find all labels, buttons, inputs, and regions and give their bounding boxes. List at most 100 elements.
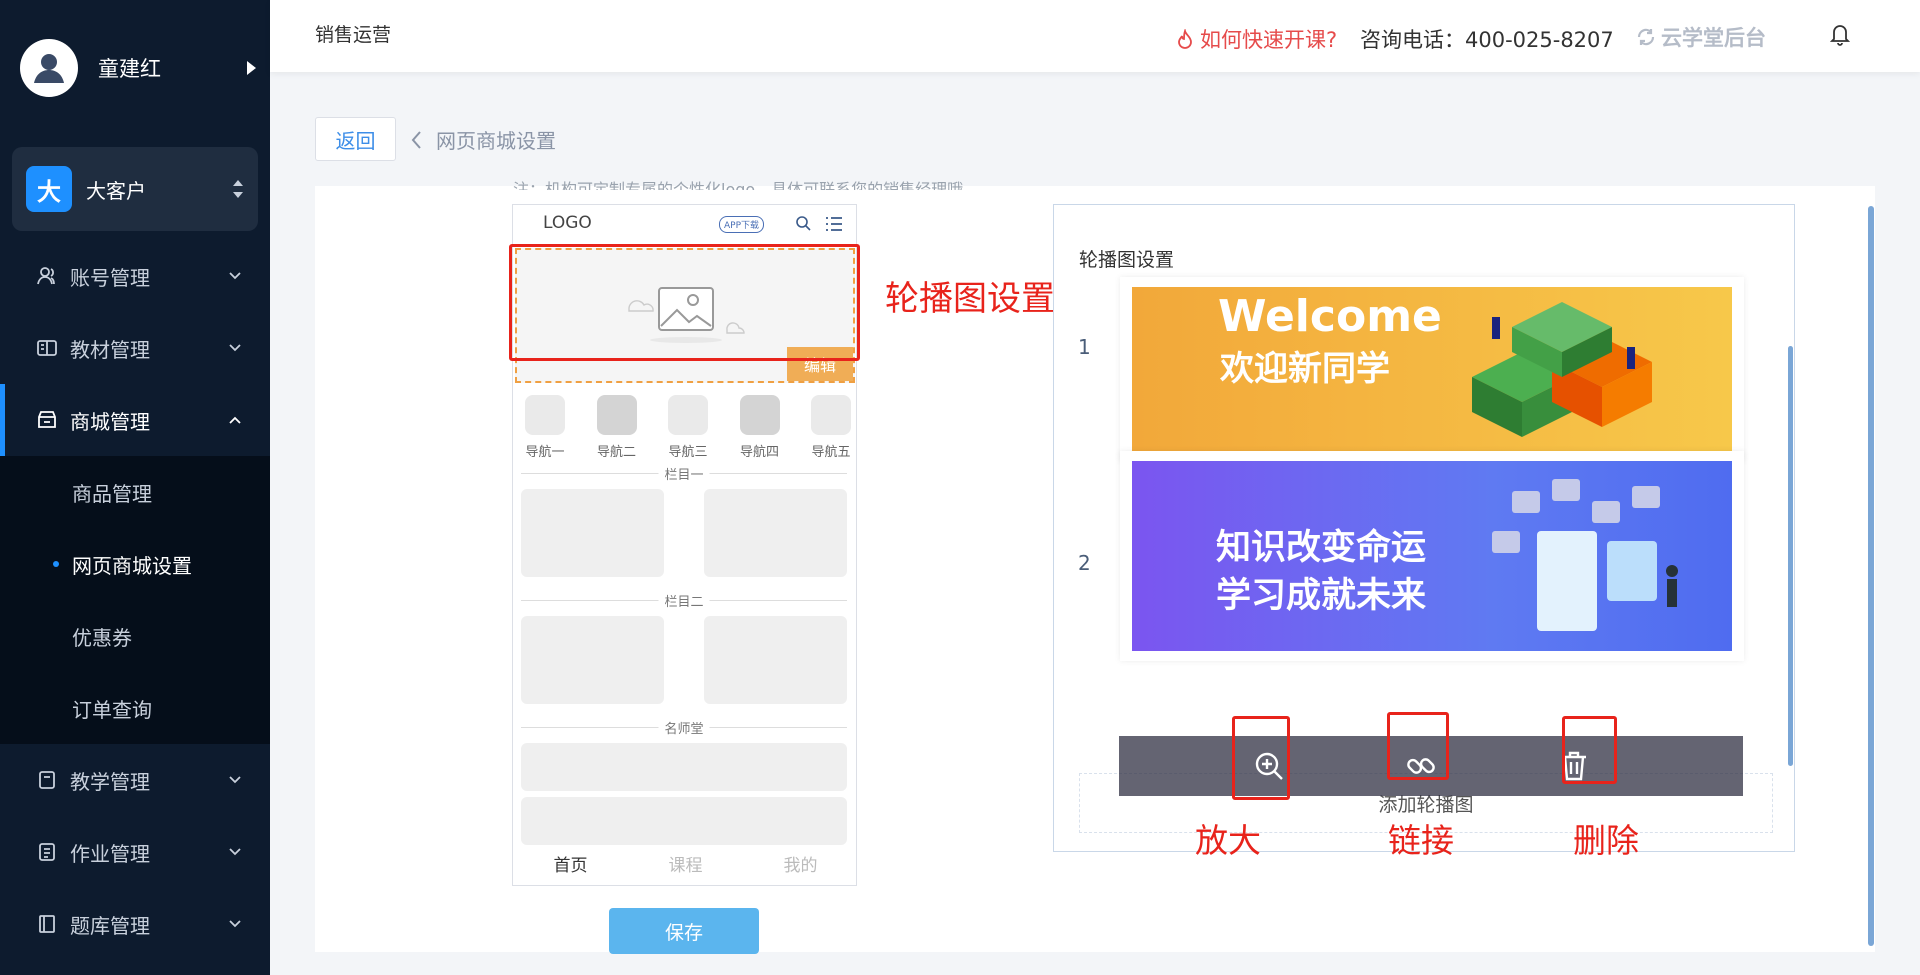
page-scrollbar[interactable]: [1868, 206, 1874, 946]
users-icon: [37, 267, 55, 285]
logo-note: 注：机构可定制专属的个性化logo，具体可联系您的销售经理哦: [513, 180, 964, 190]
sidebar-nav: 账号管理 教材管理 商城管理 商品管理 网页商城设置 优惠券 订单查询 教学管理…: [0, 240, 270, 960]
chevron-down-icon: [229, 848, 241, 856]
nav-label: 题库管理: [70, 913, 150, 938]
annotation-box-delete: [1562, 716, 1617, 784]
preview-logo: LOGO: [543, 213, 592, 233]
preview-card: [521, 743, 847, 791]
carousel-card-2[interactable]: 知识改变命运 学习成就未来: [1120, 451, 1744, 661]
section-label: 名师堂: [658, 718, 710, 737]
nav-item-mall[interactable]: 商城管理: [0, 384, 270, 456]
section-label: 栏目二: [658, 591, 710, 610]
annotation-zoom: 放大: [1195, 821, 1261, 860]
preview-tab: 课程: [668, 856, 703, 876]
header-title: 销售运营: [315, 24, 392, 46]
preview-card: [704, 489, 847, 577]
org-name: 大客户: [86, 178, 146, 203]
menu-icon: [826, 217, 842, 231]
nav-item-question-bank[interactable]: 题库管理: [0, 888, 270, 960]
preview-nav-item: 导航四: [738, 395, 782, 460]
user-name: 童建红: [98, 57, 161, 81]
banner-line-2: 学习成就未来: [1216, 576, 1427, 616]
chevron-down-icon: [229, 920, 241, 928]
flame-icon: [1178, 29, 1192, 49]
caret-right-icon[interactable]: [247, 61, 256, 75]
brand-link[interactable]: 云学堂后台: [1635, 22, 1766, 52]
sub-item-web-mall[interactable]: 网页商城设置: [0, 528, 270, 600]
nav-label: 教材管理: [70, 337, 150, 362]
chevron-up-icon: [229, 416, 241, 424]
book-icon: [37, 340, 57, 356]
back-button[interactable]: 返回: [315, 117, 396, 161]
preview-card: [521, 616, 664, 704]
sort-icon: [233, 180, 243, 198]
annotation-link: 链接: [1388, 821, 1454, 860]
chevron-down-icon: [229, 272, 241, 280]
carousel-title: 轮播图设置: [1079, 249, 1175, 271]
banner-subheading: 欢迎新同学: [1220, 349, 1390, 389]
main-panel: 注：机构可定制专属的个性化logo，具体可联系您的销售经理哦 LOGO APP下…: [315, 180, 1875, 954]
banner-image-knowledge: 知识改变命运 学习成就未来: [1132, 461, 1732, 651]
org-switcher[interactable]: 大 大客户: [12, 147, 258, 231]
preview-card: [521, 797, 847, 845]
top-header: 销售运营 如何快速开课? 咨询电话：400-025-8207 云学堂后台: [270, 0, 1920, 72]
preview-nav-item: 导航三: [666, 395, 710, 460]
nav-label: 账号管理: [70, 265, 150, 290]
nav-item-teaching[interactable]: 教学管理: [0, 744, 270, 816]
section-divider: 栏目一: [521, 464, 847, 483]
sidebar: 童建红 大 大客户 账号管理 教材管理 商城管理 商品管理 网页商城设置 优惠券…: [0, 0, 270, 975]
preview-nav-item: 导航五: [809, 395, 853, 460]
nav-label: 商城管理: [70, 409, 150, 434]
breadcrumb: 网页商城设置: [410, 125, 556, 154]
sub-item-orders[interactable]: 订单查询: [0, 672, 270, 744]
preview-nav-item: 导航一: [523, 395, 567, 460]
clipboard-icon: [39, 771, 55, 789]
nav-item-account[interactable]: 账号管理: [0, 240, 270, 312]
shop-icon: [38, 411, 56, 428]
sub-item-coupons[interactable]: 优惠券: [0, 600, 270, 672]
user-profile[interactable]: 童建红: [20, 38, 260, 98]
quick-start-link[interactable]: 如何快速开课?: [1176, 24, 1337, 54]
brand-label: 云学堂后台: [1661, 26, 1766, 50]
org-badge: 大: [26, 166, 72, 212]
carousel-card-1[interactable]: Welcome 欢迎新同学: [1120, 277, 1744, 462]
list-icon: [39, 843, 55, 861]
annotation-box-banner: [509, 244, 860, 361]
carousel-scrollbar[interactable]: [1788, 346, 1793, 766]
banner-image-welcome: Welcome 欢迎新同学: [1132, 287, 1732, 452]
preview-tab-bar: 首页 课程 我的: [513, 851, 858, 876]
preview-nav-item: 导航二: [595, 395, 639, 460]
preview-tab: 首页: [553, 856, 588, 876]
preview-tab: 我的: [783, 856, 818, 876]
notebook-icon: [39, 915, 55, 933]
annotation-delete: 删除: [1573, 821, 1639, 860]
chevron-left-icon[interactable]: [410, 130, 422, 150]
nav-item-materials[interactable]: 教材管理: [0, 312, 270, 384]
contact-phone: 咨询电话：400-025-8207: [1360, 28, 1614, 52]
nav-item-homework[interactable]: 作业管理: [0, 816, 270, 888]
banner-line-1: 知识改变命运: [1216, 528, 1427, 568]
preview-card: [704, 616, 847, 704]
mall-submenu: 商品管理 网页商城设置 优惠券 订单查询: [0, 456, 270, 744]
annotation-box-link: [1387, 712, 1449, 780]
nav-label: 作业管理: [70, 841, 150, 866]
annotation-box-zoom: [1232, 716, 1290, 800]
sub-item-products[interactable]: 商品管理: [0, 456, 270, 528]
quick-start-label: 如何快速开课?: [1200, 28, 1338, 52]
carousel-index: 2: [1078, 551, 1091, 575]
books-illustration-icon: [1472, 302, 1652, 437]
avatar: [20, 39, 78, 97]
section-label: 栏目一: [658, 464, 710, 483]
save-button[interactable]: 保存: [609, 908, 759, 954]
preview-card: [521, 489, 664, 577]
search-icon: [796, 216, 811, 231]
people-illustration-icon: [1492, 479, 1678, 631]
nav-label: 教学管理: [70, 769, 150, 794]
carousel-index: 1: [1078, 335, 1091, 359]
banner-heading: Welcome: [1218, 291, 1442, 342]
app-download-badge: APP下载: [719, 216, 765, 233]
bell-icon[interactable]: [1830, 22, 1850, 46]
breadcrumb-current: 网页商城设置: [436, 129, 556, 153]
chevron-down-icon: [229, 776, 241, 784]
section-divider: 名师堂: [521, 718, 847, 737]
